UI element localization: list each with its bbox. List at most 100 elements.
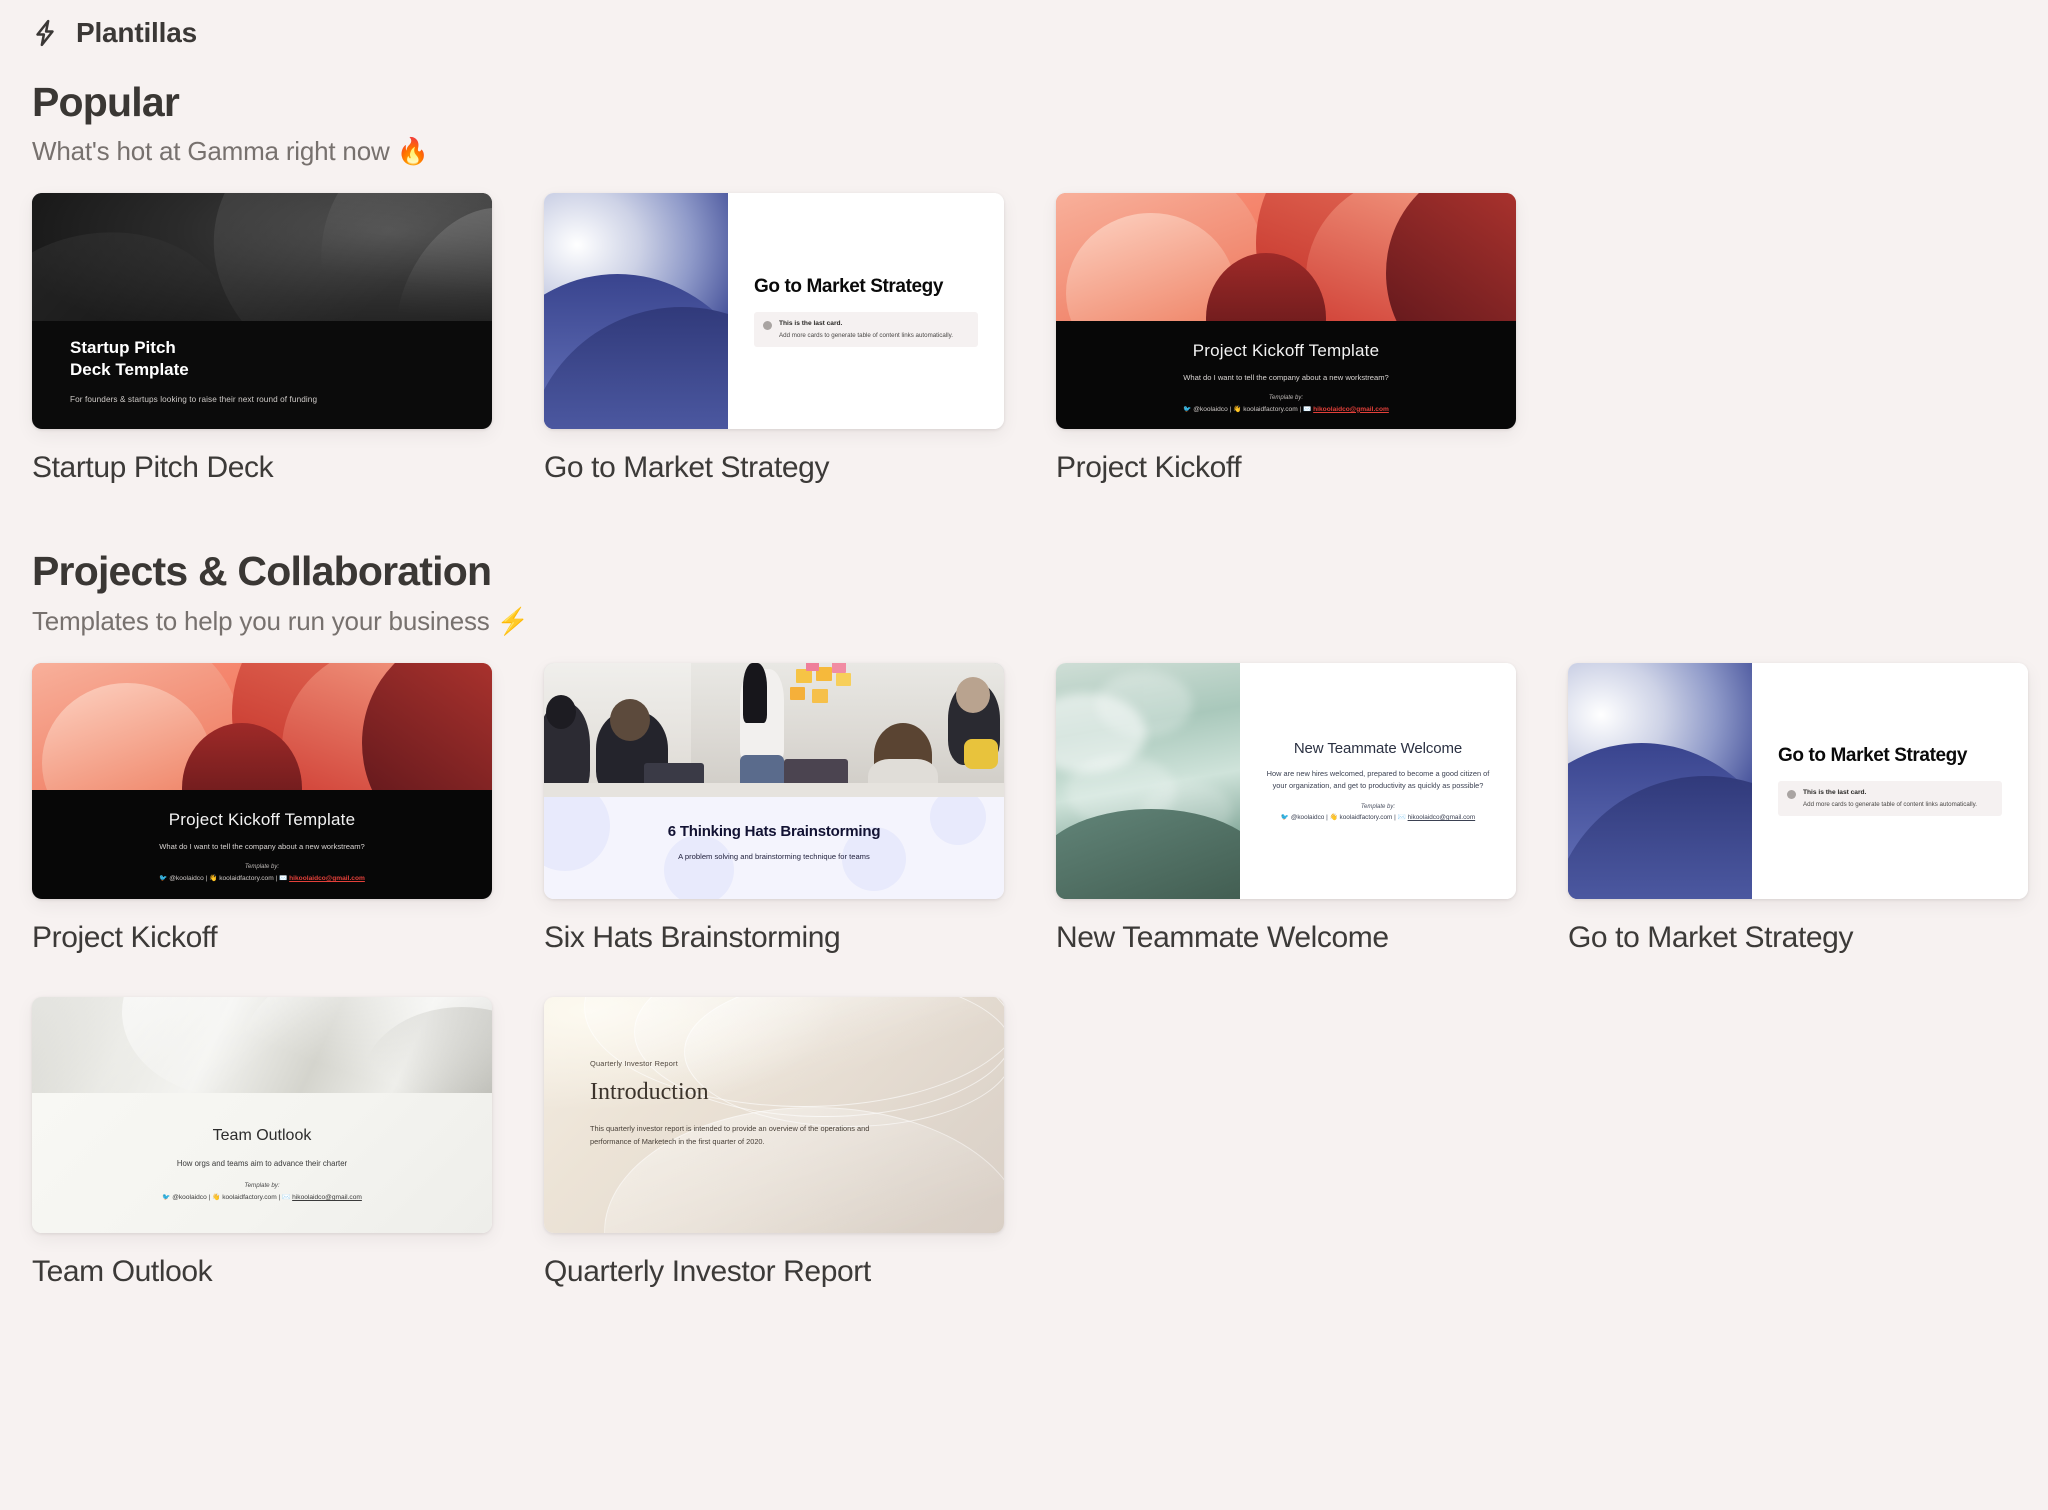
credit-email: hikoolaidco@gmail.com <box>1313 405 1389 413</box>
template-card-label: Team Outlook <box>32 1254 213 1288</box>
wave-icon: 👋 <box>1329 814 1338 822</box>
section-title: Projects & Collaboration <box>32 548 492 595</box>
template-card-label: Startup Pitch Deck <box>32 451 274 485</box>
credit-site: koolaidfactory.com <box>222 1194 277 1202</box>
bird-icon: 🐦 <box>1183 405 1192 413</box>
blue-gradient-graphic <box>1568 662 1752 899</box>
thumbnail-title: Project Kickoff Template <box>168 809 356 829</box>
template-card-label: Project Kickoff <box>1056 451 1242 485</box>
template-card[interactable]: Team Outlook How orgs and teams aim to a… <box>32 996 492 1289</box>
credit-handle: @koolaidco <box>169 874 204 882</box>
thumbnail-credit-label: Template by: <box>1268 394 1304 401</box>
thumbnail-credit-label: Template by: <box>1360 804 1396 811</box>
thumbnail-credit-label: Template by: <box>244 1182 280 1190</box>
thumbnail-text-panel: Project Kickoff Template What do I want … <box>32 789 492 899</box>
section-header: Popular What's hot at Gamma right now 🔥 <box>32 80 2048 167</box>
template-thumbnail[interactable]: Go to Market Strategy This is the last c… <box>1568 662 2028 899</box>
credit-site: koolaidfactory.com <box>219 874 274 882</box>
section-projects-collaboration: Projects & Collaboration Templates to he… <box>0 549 2048 1296</box>
section-popular: Popular What's hot at Gamma right now 🔥 <box>0 80 2048 493</box>
credit-email: hikoolaidco@gmail.com <box>1407 814 1476 822</box>
six-hats-brainstorming-thumb: 6 Thinking Hats Brainstorming A problem … <box>544 662 1004 899</box>
template-thumbnail[interactable]: Startup Pitch Deck Template For founders… <box>32 193 492 430</box>
thumbnail-text-panel: New Teammate Welcome How are new hires w… <box>1240 662 1516 899</box>
green-cloud-graphic <box>1056 662 1240 899</box>
thumbnail-text-panel: Project Kickoff Template What do I want … <box>1056 320 1516 430</box>
bird-icon: 🐦 <box>162 1194 171 1202</box>
thumbnail-text-panel: Startup Pitch Deck Template For founders… <box>32 320 492 430</box>
thumbnail-subtitle: How are new hires welcomed, prepared to … <box>1266 769 1490 791</box>
template-card-label: Go to Market Strategy <box>1568 920 1854 954</box>
coral-wave-graphic <box>32 662 492 790</box>
thumbnail-title: 6 Thinking Hats Brainstorming <box>667 823 881 841</box>
project-kickoff-thumb: Project Kickoff Template What do I want … <box>1056 193 1516 430</box>
bird-icon: 🐦 <box>159 874 168 882</box>
template-thumbnail[interactable]: Project Kickoff Template What do I want … <box>1056 193 1516 430</box>
envelope-icon: ✉️ <box>282 1194 291 1202</box>
thumbnail-title: Project Kickoff Template <box>1192 340 1380 360</box>
thumbnail-text-panel: Team Outlook How orgs and teams aim to a… <box>32 1093 492 1233</box>
template-grid-popular: Startup Pitch Deck Template For founders… <box>32 193 2048 493</box>
template-card-label: Six Hats Brainstorming <box>544 920 841 954</box>
page-title: Plantillas <box>76 17 197 48</box>
thumbnail-title: Team Outlook <box>212 1127 312 1145</box>
thumbnail-text-panel: 6 Thinking Hats Brainstorming A problem … <box>544 797 1004 899</box>
go-to-market-strategy-thumb: Go to Market Strategy This is the last c… <box>544 193 1004 430</box>
section-subtitle: What's hot at Gamma right now 🔥 <box>32 136 429 167</box>
template-card[interactable]: Go to Market Strategy This is the last c… <box>1568 662 2028 955</box>
template-thumbnail[interactable]: Go to Market Strategy This is the last c… <box>544 193 1004 430</box>
note-subtitle: Add more cards to generate table of cont… <box>779 331 953 339</box>
template-thumbnail[interactable]: Quarterly Investor Report Introduction T… <box>544 996 1004 1233</box>
team-outlook-thumb: Team Outlook How orgs and teams aim to a… <box>32 996 492 1233</box>
thumbnail-subtitle: How orgs and teams aim to advance their … <box>176 1159 348 1169</box>
credit-handle: @koolaidco <box>1193 405 1228 413</box>
template-card[interactable]: Project Kickoff Template What do I want … <box>1056 193 1516 485</box>
abstract-dark-fabric-graphic <box>32 193 492 430</box>
thumbnail-text-panel: Go to Market Strategy This is the last c… <box>728 193 1004 430</box>
quarterly-investor-report-thumb: Quarterly Investor Report Introduction T… <box>544 996 1004 1233</box>
template-card-label: Go to Market Strategy <box>544 451 830 485</box>
envelope-icon: ✉️ <box>1397 814 1406 822</box>
team-workshop-photo <box>544 662 1004 798</box>
template-card[interactable]: Project Kickoff Template What do I want … <box>32 662 492 955</box>
credit-handle: @koolaidco <box>172 1194 207 1202</box>
template-card[interactable]: Quarterly Investor Report Introduction T… <box>544 996 1004 1289</box>
template-card-label: New Teammate Welcome <box>1056 920 1389 954</box>
wave-icon: 👋 <box>209 874 218 882</box>
section-title: Popular <box>32 79 180 125</box>
wave-icon: 👋 <box>1233 405 1242 413</box>
template-card[interactable]: Startup Pitch Deck Template For founders… <box>32 193 492 485</box>
thumbnail-title: Go to Market Strategy <box>1778 744 1968 766</box>
thumbnail-credit-label: Template by: <box>244 863 280 870</box>
envelope-icon: ✉️ <box>279 874 288 882</box>
template-card[interactable]: 6 Thinking Hats Brainstorming A problem … <box>544 662 1004 955</box>
top-bar: Plantillas <box>0 0 2048 52</box>
info-icon <box>763 320 772 330</box>
coral-wave-graphic <box>1056 193 1516 321</box>
info-icon <box>1787 789 1796 799</box>
new-teammate-welcome-thumb: New Teammate Welcome How are new hires w… <box>1056 662 1516 899</box>
note-title: This is the last card. <box>1803 788 1867 796</box>
template-grid-projects: Project Kickoff Template What do I want … <box>32 662 2048 1297</box>
templates-page: Plantillas Popular What's hot at Gamma r… <box>0 0 2048 1510</box>
thumbnail-title: Introduction <box>590 1078 709 1105</box>
template-card[interactable]: New Teammate Welcome How are new hires w… <box>1056 662 1516 955</box>
thumbnail-credit-line: 🐦 @koolaidco | 👋 koolaidfactory.com | ✉️… <box>1183 405 1389 413</box>
thumbnail-subtitle: For founders & startups looking to raise… <box>70 394 318 404</box>
thumbnail-title: New Teammate Welcome <box>1293 740 1463 758</box>
template-thumbnail[interactable]: Team Outlook How orgs and teams aim to a… <box>32 996 492 1233</box>
credit-site: koolaidfactory.com <box>1339 814 1393 822</box>
startup-pitch-deck-thumb: Startup Pitch Deck Template For founders… <box>32 193 492 430</box>
thumbnail-subtitle: What do I want to tell the company about… <box>159 841 365 851</box>
thumbnail-credit-line: 🐦 @koolaidco | 👋 koolaidfactory.com | ✉️… <box>159 874 365 882</box>
template-thumbnail[interactable]: New Teammate Welcome How are new hires w… <box>1056 662 1516 899</box>
note-title: This is the last card. <box>779 319 843 327</box>
template-thumbnail[interactable]: Project Kickoff Template What do I want … <box>32 662 492 899</box>
template-card[interactable]: Go to Market Strategy This is the last c… <box>544 193 1004 485</box>
thumbnail-credit-line: 🐦 @koolaidco | 👋 koolaidfactory.com | ✉️… <box>1280 814 1476 822</box>
credit-handle: @koolaidco <box>1290 814 1325 822</box>
section-header: Projects & Collaboration Templates to he… <box>32 549 2048 636</box>
template-thumbnail[interactable]: 6 Thinking Hats Brainstorming A problem … <box>544 662 1004 899</box>
credit-email: hikoolaidco@gmail.com <box>292 1194 362 1202</box>
thumbnail-title: Go to Market Strategy <box>754 275 944 297</box>
